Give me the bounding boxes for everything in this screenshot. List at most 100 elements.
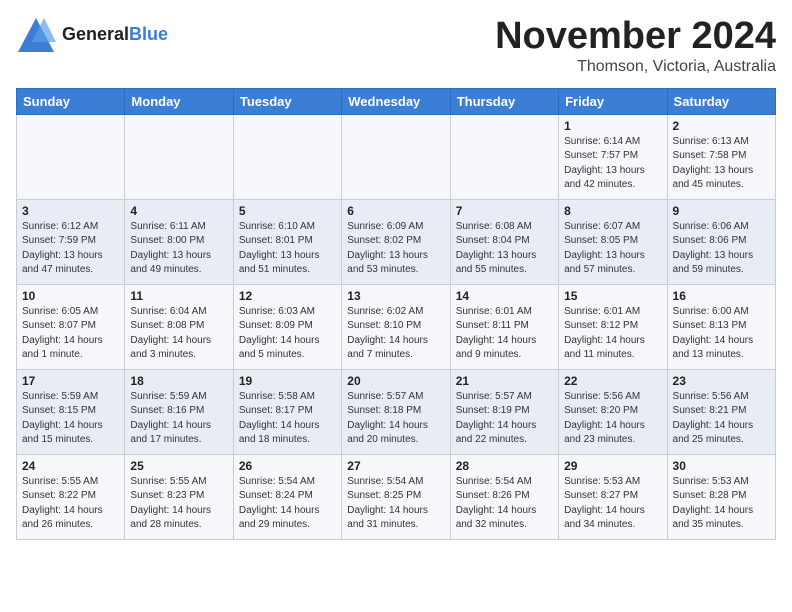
header-tuesday: Tuesday xyxy=(233,88,341,114)
table-row: 27 Sunrise: 5:54 AM Sunset: 8:25 PM Dayli… xyxy=(342,454,450,539)
table-row: 25 Sunrise: 5:55 AM Sunset: 8:23 PM Dayli… xyxy=(125,454,233,539)
table-row: 11Sunrise: 6:04 AM Sunset: 8:08 PM Dayli… xyxy=(125,284,233,369)
table-row xyxy=(233,114,341,199)
logo-blue: Blue xyxy=(129,24,168,44)
day-info: Sunrise: 5:54 AM Sunset: 8:25 PM Dayligh… xyxy=(347,475,444,533)
table-row: 23 Sunrise: 5:56 AM Sunset: 8:21 PM Dayli… xyxy=(667,369,775,454)
header-monday: Monday xyxy=(125,88,233,114)
day-info: Sunrise: 6:11 AM Sunset: 8:00 PM Dayligh… xyxy=(130,220,227,278)
day-number: 24 xyxy=(22,459,119,473)
day-number: 4 xyxy=(130,204,227,218)
table-row: 16Sunrise: 6:00 AM Sunset: 8:13 PM Dayli… xyxy=(667,284,775,369)
day-number: 28 xyxy=(456,459,553,473)
table-row xyxy=(125,114,233,199)
day-info: Sunrise: 5:53 AM Sunset: 8:28 PM Dayligh… xyxy=(673,475,770,533)
table-row: 18 Sunrise: 5:59 AM Sunset: 8:16 PM Dayli… xyxy=(125,369,233,454)
location-subtitle: Thomson, Victoria, Australia xyxy=(495,58,776,76)
day-info: Sunrise: 5:55 AM Sunset: 8:22 PM Dayligh… xyxy=(22,475,119,533)
table-row: 30 Sunrise: 5:53 AM Sunset: 8:28 PM Dayli… xyxy=(667,454,775,539)
logo-icon xyxy=(16,16,56,54)
day-info: Sunrise: 5:57 AM Sunset: 8:18 PM Dayligh… xyxy=(347,390,444,448)
table-row: 5 Sunrise: 6:10 AM Sunset: 8:01 PM Daylig… xyxy=(233,199,341,284)
day-number: 25 xyxy=(130,459,227,473)
day-number: 20 xyxy=(347,374,444,388)
day-info: Sunrise: 6:10 AM Sunset: 8:01 PM Dayligh… xyxy=(239,220,336,278)
day-info: Sunrise: 6:06 AM Sunset: 8:06 PM Dayligh… xyxy=(673,220,770,278)
calendar-week-row: 17Sunrise: 5:59 AM Sunset: 8:15 PM Dayli… xyxy=(17,369,776,454)
table-row: 26Sunrise: 5:54 AM Sunset: 8:24 PM Dayli… xyxy=(233,454,341,539)
day-number: 21 xyxy=(456,374,553,388)
table-row: 2 Sunrise: 6:13 AM Sunset: 7:58 PM Daylig… xyxy=(667,114,775,199)
day-number: 22 xyxy=(564,374,661,388)
day-info: Sunrise: 6:14 AM Sunset: 7:57 PM Dayligh… xyxy=(564,135,661,193)
header-saturday: Saturday xyxy=(667,88,775,114)
day-info: Sunrise: 5:54 AM Sunset: 8:24 PM Dayligh… xyxy=(239,475,336,533)
calendar-week-row: 1 Sunrise: 6:14 AM Sunset: 7:57 PM Daylig… xyxy=(17,114,776,199)
table-row: 7 Sunrise: 6:08 AM Sunset: 8:04 PM Daylig… xyxy=(450,199,558,284)
calendar-week-row: 24 Sunrise: 5:55 AM Sunset: 8:22 PM Dayli… xyxy=(17,454,776,539)
day-number: 10 xyxy=(22,289,119,303)
day-number: 7 xyxy=(456,204,553,218)
table-row: 9 Sunrise: 6:06 AM Sunset: 8:06 PM Daylig… xyxy=(667,199,775,284)
day-info: Sunrise: 6:00 AM Sunset: 8:13 PM Dayligh… xyxy=(673,305,770,363)
day-info: Sunrise: 6:05 AM Sunset: 8:07 PM Dayligh… xyxy=(22,305,119,363)
table-row: 3Sunrise: 6:12 AM Sunset: 7:59 PM Daylig… xyxy=(17,199,125,284)
day-info: Sunrise: 5:56 AM Sunset: 8:20 PM Dayligh… xyxy=(564,390,661,448)
day-info: Sunrise: 5:54 AM Sunset: 8:26 PM Dayligh… xyxy=(456,475,553,533)
day-number: 9 xyxy=(673,204,770,218)
logo-general: General xyxy=(62,24,129,44)
header-friday: Friday xyxy=(559,88,667,114)
title-block: November 2024 Thomson, Victoria, Austral… xyxy=(495,16,776,76)
day-info: Sunrise: 5:57 AM Sunset: 8:19 PM Dayligh… xyxy=(456,390,553,448)
header-thursday: Thursday xyxy=(450,88,558,114)
page-header: GeneralBlue November 2024 Thomson, Victo… xyxy=(16,16,776,76)
day-info: Sunrise: 5:59 AM Sunset: 8:15 PM Dayligh… xyxy=(22,390,119,448)
table-row: 22 Sunrise: 5:56 AM Sunset: 8:20 PM Dayli… xyxy=(559,369,667,454)
calendar-table: Sunday Monday Tuesday Wednesday Thursday… xyxy=(16,88,776,540)
day-number: 23 xyxy=(673,374,770,388)
day-info: Sunrise: 6:01 AM Sunset: 8:12 PM Dayligh… xyxy=(564,305,661,363)
day-number: 13 xyxy=(347,289,444,303)
day-info: Sunrise: 5:59 AM Sunset: 8:16 PM Dayligh… xyxy=(130,390,227,448)
day-number: 11 xyxy=(130,289,227,303)
day-number: 1 xyxy=(564,119,661,133)
day-number: 15 xyxy=(564,289,661,303)
day-number: 18 xyxy=(130,374,227,388)
table-row: 28 Sunrise: 5:54 AM Sunset: 8:26 PM Dayli… xyxy=(450,454,558,539)
table-row: 17Sunrise: 5:59 AM Sunset: 8:15 PM Dayli… xyxy=(17,369,125,454)
table-row xyxy=(17,114,125,199)
table-row: 12Sunrise: 6:03 AM Sunset: 8:09 PM Dayli… xyxy=(233,284,341,369)
day-info: Sunrise: 6:09 AM Sunset: 8:02 PM Dayligh… xyxy=(347,220,444,278)
day-number: 27 xyxy=(347,459,444,473)
day-number: 2 xyxy=(673,119,770,133)
table-row: 1 Sunrise: 6:14 AM Sunset: 7:57 PM Daylig… xyxy=(559,114,667,199)
day-info: Sunrise: 5:55 AM Sunset: 8:23 PM Dayligh… xyxy=(130,475,227,533)
logo: GeneralBlue xyxy=(16,16,168,54)
calendar-header-row: Sunday Monday Tuesday Wednesday Thursday… xyxy=(17,88,776,114)
table-row: 14Sunrise: 6:01 AM Sunset: 8:11 PM Dayli… xyxy=(450,284,558,369)
day-number: 30 xyxy=(673,459,770,473)
day-number: 29 xyxy=(564,459,661,473)
day-number: 14 xyxy=(456,289,553,303)
day-info: Sunrise: 6:13 AM Sunset: 7:58 PM Dayligh… xyxy=(673,135,770,193)
day-number: 6 xyxy=(347,204,444,218)
day-number: 19 xyxy=(239,374,336,388)
day-info: Sunrise: 6:07 AM Sunset: 8:05 PM Dayligh… xyxy=(564,220,661,278)
day-info: Sunrise: 5:53 AM Sunset: 8:27 PM Dayligh… xyxy=(564,475,661,533)
day-info: Sunrise: 5:58 AM Sunset: 8:17 PM Dayligh… xyxy=(239,390,336,448)
table-row: 4 Sunrise: 6:11 AM Sunset: 8:00 PM Daylig… xyxy=(125,199,233,284)
table-row: 10 Sunrise: 6:05 AM Sunset: 8:07 PM Dayli… xyxy=(17,284,125,369)
table-row: 6 Sunrise: 6:09 AM Sunset: 8:02 PM Daylig… xyxy=(342,199,450,284)
table-row: 24 Sunrise: 5:55 AM Sunset: 8:22 PM Dayli… xyxy=(17,454,125,539)
header-wednesday: Wednesday xyxy=(342,88,450,114)
table-row: 8 Sunrise: 6:07 AM Sunset: 8:05 PM Daylig… xyxy=(559,199,667,284)
calendar-week-row: 10 Sunrise: 6:05 AM Sunset: 8:07 PM Dayli… xyxy=(17,284,776,369)
day-number: 5 xyxy=(239,204,336,218)
day-info: Sunrise: 6:08 AM Sunset: 8:04 PM Dayligh… xyxy=(456,220,553,278)
table-row: 15 Sunrise: 6:01 AM Sunset: 8:12 PM Dayli… xyxy=(559,284,667,369)
day-number: 3 xyxy=(22,204,119,218)
day-info: Sunrise: 6:02 AM Sunset: 8:10 PM Dayligh… xyxy=(347,305,444,363)
day-info: Sunrise: 5:56 AM Sunset: 8:21 PM Dayligh… xyxy=(673,390,770,448)
day-number: 8 xyxy=(564,204,661,218)
table-row xyxy=(342,114,450,199)
